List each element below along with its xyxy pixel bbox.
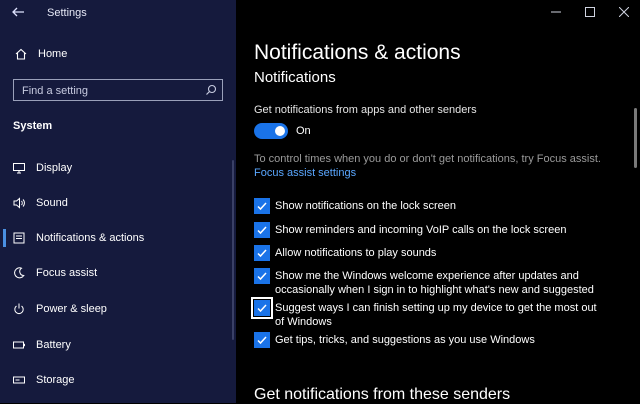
sidebar-item-label: Sound xyxy=(36,197,68,209)
checkbox-label: Allow notifications to play sounds xyxy=(275,247,437,259)
focus-assist-hint: To control times when you do or don't ge… xyxy=(254,153,601,165)
monitor-icon xyxy=(12,161,26,175)
search-box[interactable] xyxy=(13,79,223,101)
checkbox-label: Suggest ways I can finish setting up my … xyxy=(275,302,597,328)
moon-icon xyxy=(12,266,26,280)
window-controls xyxy=(550,6,630,18)
checkmark-icon xyxy=(257,202,267,211)
focus-assist-settings-link[interactable]: Focus assist settings xyxy=(254,167,356,179)
storage-icon xyxy=(12,373,26,387)
speaker-icon xyxy=(12,196,26,210)
section-label-system: System xyxy=(13,120,53,132)
sidebar-item-sound[interactable]: Sound xyxy=(0,189,236,217)
checkmark-icon xyxy=(257,249,267,258)
selected-indicator xyxy=(3,229,6,247)
section-title: Notifications xyxy=(254,69,336,86)
finish-setup-checkbox[interactable] xyxy=(251,297,273,319)
notifications-toggle[interactable] xyxy=(254,123,288,139)
welcome-experience-checkbox[interactable] xyxy=(254,268,270,284)
sidebar: Settings Home System Display Sound Notif… xyxy=(0,0,236,403)
checkmark-icon xyxy=(257,304,267,313)
toggle-caption: Get notifications from apps and other se… xyxy=(254,104,477,116)
tips-tricks-checkbox[interactable] xyxy=(254,332,270,348)
power-icon xyxy=(12,302,26,316)
sidebar-item-label: Battery xyxy=(36,339,71,351)
sidebar-item-label: Display xyxy=(36,162,73,174)
back-arrow-icon[interactable] xyxy=(10,5,26,21)
sidebar-item-label: Focus assist xyxy=(36,267,98,279)
minimize-icon[interactable] xyxy=(550,6,562,18)
notifications-icon xyxy=(12,231,26,245)
sidebar-item-focus-assist[interactable]: Focus assist xyxy=(0,259,236,287)
main-panel: Notifications & actions Notifications Ge… xyxy=(236,0,640,403)
maximize-icon[interactable] xyxy=(584,6,596,18)
page-title: Notifications & actions xyxy=(254,41,461,64)
sidebar-item-label: Power & sleep xyxy=(36,303,107,315)
title-bar: Settings xyxy=(0,0,236,28)
home-icon xyxy=(14,47,28,61)
checkmark-icon xyxy=(257,336,267,345)
sidebar-scrollbar[interactable] xyxy=(232,160,234,340)
search-input[interactable] xyxy=(20,82,204,100)
sidebar-item-notifications[interactable]: Notifications & actions xyxy=(0,224,236,252)
sidebar-item-battery[interactable]: Battery xyxy=(0,331,236,359)
sidebar-item-power-sleep[interactable]: Power & sleep xyxy=(0,295,236,323)
checkmark-icon xyxy=(257,272,267,281)
sidebar-item-label: Notifications & actions xyxy=(36,232,145,244)
senders-heading: Get notifications from these senders xyxy=(254,386,511,403)
window-title: Settings xyxy=(47,7,87,19)
sidebar-item-storage[interactable]: Storage xyxy=(0,366,236,394)
sidebar-item-label: Storage xyxy=(36,374,75,386)
lock-screen-checkbox[interactable] xyxy=(254,198,270,214)
checkbox-label: Get tips, tricks, and suggestions as you… xyxy=(275,334,535,346)
search-icon[interactable] xyxy=(204,83,218,97)
sidebar-item-display[interactable]: Display xyxy=(0,154,236,182)
checkbox-label: Show reminders and incoming VoIP calls o… xyxy=(275,224,567,236)
main-scrollbar[interactable] xyxy=(634,108,637,168)
checkmark-icon xyxy=(257,226,267,235)
home-nav-item[interactable]: Home xyxy=(14,47,67,61)
toggle-knob xyxy=(275,126,285,136)
battery-icon xyxy=(12,338,26,352)
checkbox-label: Show me the Windows welcome experience a… xyxy=(275,270,594,296)
toggle-state-label: On xyxy=(296,125,311,137)
voip-reminders-checkbox[interactable] xyxy=(254,222,270,238)
play-sounds-checkbox[interactable] xyxy=(254,245,270,261)
close-icon[interactable] xyxy=(618,6,630,18)
home-label: Home xyxy=(38,48,68,60)
checkbox-label: Show notifications on the lock screen xyxy=(275,200,456,212)
